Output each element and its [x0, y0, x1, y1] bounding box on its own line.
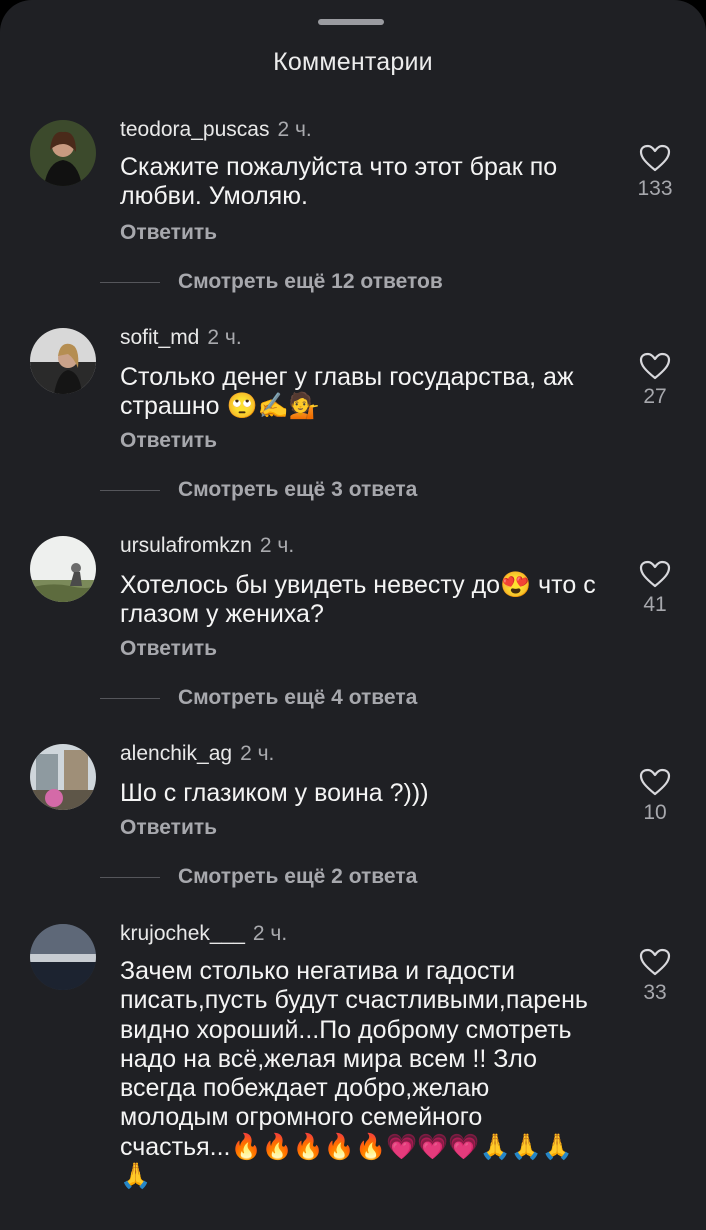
sheet-title: Комментарии: [273, 48, 433, 76]
like-count: 27: [643, 385, 667, 408]
heart-outline-icon: [639, 768, 671, 796]
comment-text: Столько денег у главы государства, аж ст…: [120, 363, 574, 420]
avatar[interactable]: [30, 328, 96, 394]
view-more-replies[interactable]: Смотреть ещё 12 ответов: [100, 269, 443, 295]
reply-button[interactable]: Ответить: [120, 429, 217, 453]
comment-username[interactable]: teodora_puscas 2 ч.: [120, 118, 312, 142]
comment-text: Шо с глазиком у воина ?))): [120, 779, 429, 807]
view-more-replies[interactable]: Смотреть ещё 2 ответа: [100, 864, 417, 890]
divider-line: [100, 697, 160, 699]
heart-outline-icon: [639, 352, 671, 380]
like-count: 10: [643, 801, 667, 824]
avatar[interactable]: [30, 536, 96, 602]
divider-line: [100, 876, 160, 878]
drag-handle[interactable]: [318, 19, 384, 25]
comment-text: Зачем столько негатива и гадости писать,…: [120, 957, 588, 1191]
like-button[interactable]: 10: [620, 768, 690, 825]
like-button[interactable]: 133: [620, 144, 690, 201]
view-more-replies[interactable]: Смотреть ещё 4 ответа: [100, 685, 417, 711]
reply-button[interactable]: Ответить: [120, 221, 217, 245]
avatar[interactable]: [30, 744, 96, 810]
comment-text: Хотелось бы увидеть невесту до😍 что с гл…: [120, 571, 596, 628]
like-button[interactable]: 33: [620, 948, 690, 1005]
view-more-replies-label: Смотреть ещё 4 ответа: [178, 686, 418, 709]
avatar[interactable]: [30, 924, 96, 990]
comment-username[interactable]: alenchik_ag 2 ч.: [120, 742, 274, 766]
like-count: 133: [637, 177, 673, 200]
like-button[interactable]: 27: [620, 352, 690, 409]
divider-line: [100, 489, 160, 491]
view-more-replies-label: Смотреть ещё 2 ответа: [178, 865, 418, 888]
reply-button[interactable]: Ответить: [120, 816, 217, 840]
comment-username[interactable]: krujochek___ 2 ч.: [120, 922, 287, 946]
view-more-replies-label: Смотреть ещё 12 ответов: [178, 270, 443, 293]
avatar[interactable]: [30, 120, 96, 186]
view-more-replies[interactable]: Смотреть ещё 3 ответа: [100, 477, 417, 503]
like-button[interactable]: 41: [620, 560, 690, 617]
comment-username[interactable]: ursulafromkzn 2 ч.: [120, 534, 294, 558]
comments-sheet: Комментарии teodora_puscas 2 ч. Скажите п…: [0, 0, 706, 1230]
comment-username[interactable]: sofit_md 2 ч.: [120, 326, 242, 350]
view-more-replies-label: Смотреть ещё 3 ответа: [178, 478, 418, 501]
comment-text: Скажите пожалуйста что этот брак по любв…: [120, 153, 558, 210]
divider-line: [100, 281, 160, 283]
reply-button[interactable]: Ответить: [120, 637, 217, 661]
like-count: 33: [643, 981, 667, 1004]
heart-outline-icon: [639, 948, 671, 976]
heart-outline-icon: [639, 144, 671, 172]
like-count: 41: [643, 593, 667, 616]
heart-outline-icon: [639, 560, 671, 588]
